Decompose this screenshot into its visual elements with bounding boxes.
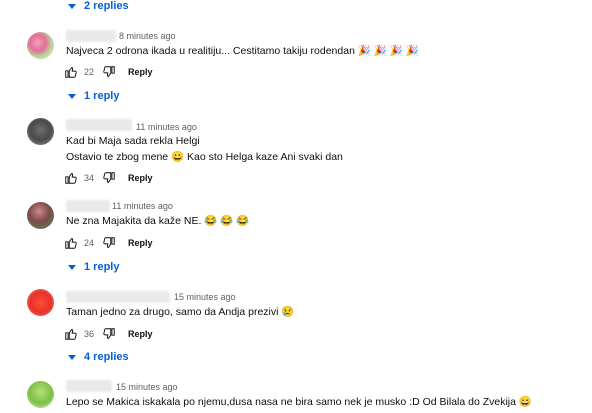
like-count: 24 bbox=[84, 238, 95, 248]
comment-actions: 22 Reply bbox=[64, 64, 153, 80]
dislike-icon[interactable] bbox=[102, 65, 116, 79]
replies-toggle-label: 1 reply bbox=[84, 261, 120, 273]
comment-line: Najveca 2 odrona ikada u realitiju... Ce… bbox=[66, 45, 419, 57]
dislike-icon[interactable] bbox=[102, 327, 116, 341]
avatar[interactable] bbox=[27, 118, 54, 145]
comment-line: Kad bi Maja sada rekla Helgi bbox=[66, 135, 200, 147]
author-name[interactable] bbox=[66, 119, 132, 131]
avatar[interactable] bbox=[27, 32, 54, 59]
author-name[interactable] bbox=[66, 380, 112, 392]
like-icon[interactable] bbox=[64, 65, 78, 79]
comment-text: Najveca 2 odrona ikada u realitiju... Ce… bbox=[66, 43, 419, 59]
like-count: 34 bbox=[84, 173, 95, 183]
like-count: 22 bbox=[84, 67, 95, 77]
comment-text: Ne zna Majakita da kaže NE. 😂 😂 😂 bbox=[66, 213, 249, 229]
chevron-down-icon bbox=[68, 264, 76, 270]
author-name[interactable] bbox=[66, 200, 110, 212]
like-icon[interactable] bbox=[64, 327, 78, 341]
dislike-icon[interactable] bbox=[102, 171, 116, 185]
avatar[interactable] bbox=[27, 202, 54, 229]
replies-toggle-label: 1 reply bbox=[84, 90, 120, 102]
comment-actions: 24 Reply bbox=[64, 235, 153, 251]
like-icon[interactable] bbox=[64, 171, 78, 185]
dislike-icon[interactable] bbox=[102, 236, 116, 250]
comment-text: Lepo se Makica iskakala po njemu,dusa na… bbox=[66, 394, 532, 410]
chevron-down-icon bbox=[68, 3, 76, 9]
reply-button[interactable]: Reply bbox=[128, 238, 153, 248]
chevron-down-icon bbox=[68, 354, 76, 360]
comment-actions: 36 Reply bbox=[64, 326, 153, 342]
replies-toggle[interactable]: 4 replies bbox=[68, 351, 129, 363]
reply-button[interactable]: Reply bbox=[128, 173, 153, 183]
comment-text: Kad bi Maja sada rekla Helgi Ostavio te … bbox=[66, 133, 343, 165]
comment-timestamp[interactable]: 8 minutes ago bbox=[119, 31, 176, 41]
comment-line: Ostavio te zbog mene 😀 Kao sto Helga kaz… bbox=[66, 151, 343, 163]
like-count: 36 bbox=[84, 329, 95, 339]
comment-text: Taman jedno za drugo, samo da Andja prez… bbox=[66, 304, 294, 320]
comment-line: Taman jedno za drugo, samo da Andja prez… bbox=[66, 306, 295, 318]
avatar[interactable] bbox=[27, 289, 54, 316]
author-name[interactable] bbox=[66, 30, 116, 42]
comment-timestamp[interactable]: 15 minutes ago bbox=[116, 382, 178, 392]
chevron-down-icon bbox=[68, 93, 76, 99]
replies-toggle-label: 4 replies bbox=[84, 351, 129, 363]
reply-button[interactable]: Reply bbox=[128, 329, 153, 339]
replies-toggle[interactable]: 1 reply bbox=[68, 261, 119, 273]
like-icon[interactable] bbox=[64, 236, 78, 250]
comment-timestamp[interactable]: 11 minutes ago bbox=[112, 201, 173, 211]
avatar[interactable] bbox=[27, 381, 54, 408]
replies-toggle[interactable]: 1 reply bbox=[68, 90, 119, 102]
author-name[interactable] bbox=[66, 291, 170, 303]
comment-line: Ne zna Majakita da kaže NE. 😂 😂 😂 bbox=[66, 215, 250, 227]
comment-line: Lepo se Makica iskakala po njemu,dusa na… bbox=[66, 396, 532, 408]
comment-timestamp[interactable]: 11 minutes ago bbox=[136, 122, 197, 132]
reply-button[interactable]: Reply bbox=[128, 67, 153, 77]
replies-toggle-label: 2 replies bbox=[84, 0, 129, 12]
comment-actions: 34 Reply bbox=[64, 170, 153, 186]
comment-timestamp[interactable]: 15 minutes ago bbox=[174, 292, 236, 302]
replies-toggle-top[interactable]: 2 replies bbox=[68, 0, 129, 12]
